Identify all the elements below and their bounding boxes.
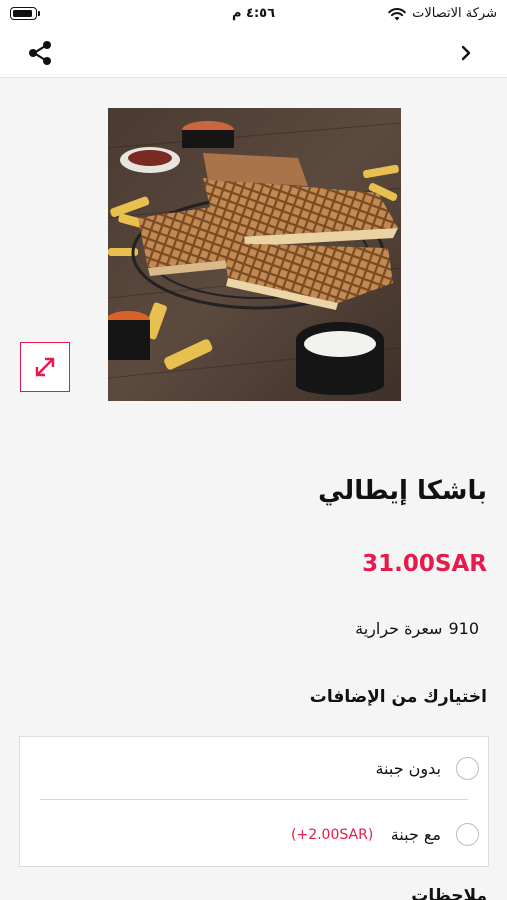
calories-label: سعرة حرارية xyxy=(355,619,443,638)
wifi-icon xyxy=(388,7,406,20)
product-price: 31.00SAR xyxy=(362,551,487,577)
addons-options-card: بدون جبنة مع جبنة (+2.00SAR) xyxy=(19,736,489,867)
expand-image-button[interactable] xyxy=(20,342,70,392)
chevron-right-icon xyxy=(461,45,471,61)
status-bar: ٤:٥٦ م شركة الاتصالات xyxy=(0,0,507,28)
option-label: بدون جبنة xyxy=(375,759,441,778)
share-button[interactable] xyxy=(25,39,55,67)
calories-info: 910 سعرة حرارية xyxy=(355,619,479,638)
product-photo xyxy=(108,108,401,401)
addons-title: اختيارك من الإضافات xyxy=(309,687,487,707)
carrier-name: شركة الاتصالات xyxy=(412,6,497,21)
option-label: مع جبنة xyxy=(390,825,441,844)
notes-title: ملاحظات xyxy=(411,886,487,900)
back-button[interactable] xyxy=(457,41,477,65)
product-name: باشكا إيطالي xyxy=(318,476,487,506)
option-divider xyxy=(40,799,468,800)
carrier-info: شركة الاتصالات xyxy=(388,6,497,21)
radio-button[interactable] xyxy=(456,757,479,780)
option-extra-price: (+2.00SAR) xyxy=(291,827,374,843)
navigation-bar xyxy=(0,28,507,78)
option-without-cheese[interactable]: بدون جبنة xyxy=(20,737,488,802)
option-with-cheese[interactable]: مع جبنة (+2.00SAR) xyxy=(20,803,488,868)
calories-value: 910 xyxy=(448,619,479,638)
share-icon xyxy=(29,41,51,65)
radio-button[interactable] xyxy=(456,823,479,846)
expand-arrows-icon xyxy=(35,357,55,377)
product-image[interactable] xyxy=(108,108,401,401)
